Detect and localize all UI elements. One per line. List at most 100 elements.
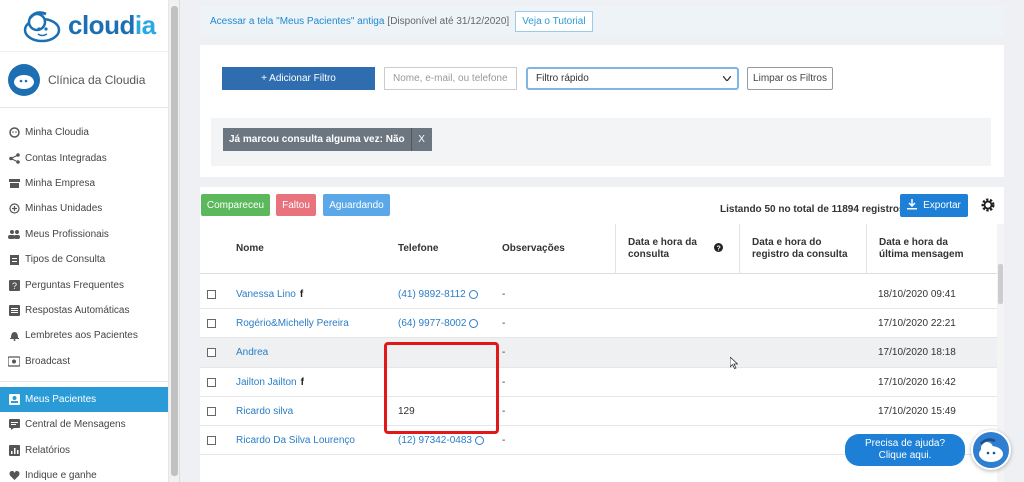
- question-icon: ?: [8, 279, 20, 291]
- col-obs[interactable]: Observações: [502, 224, 565, 274]
- cloud-mascot-icon: [22, 8, 62, 44]
- list-icon: [8, 304, 20, 316]
- clear-filters-button[interactable]: Limpar os Filtros: [747, 67, 833, 90]
- patient-obs: -: [502, 289, 506, 300]
- remove-filter-button[interactable]: X: [410, 128, 432, 151]
- patient-last-message: 18/10/2020 09:41: [878, 289, 956, 300]
- patient-obs: -: [502, 376, 506, 388]
- patient-phone-link[interactable]: (41) 9892-8112: [398, 280, 478, 309]
- active-filter-chip: Já marcou consulta alguma vez: Não X: [223, 128, 432, 151]
- chart-icon: [8, 444, 20, 456]
- patient-phone-link[interactable]: (64) 9977-8002: [398, 309, 479, 338]
- patient-name-link[interactable]: Ricardo Da Silva Lourenço: [236, 426, 355, 455]
- row-checkbox[interactable]: [207, 377, 216, 387]
- old-screen-banner: Acessar a tela "Meus Pacientes" antiga […: [200, 6, 1004, 36]
- patient-obs: -: [502, 405, 506, 417]
- people-icon: [8, 228, 20, 240]
- row-checkbox[interactable]: [207, 406, 216, 416]
- sidebar: cloudia Clínica da Cloudia Minha Cloudia…: [0, 0, 180, 482]
- row-checkbox[interactable]: [207, 435, 216, 445]
- patient-name-link[interactable]: Jailton Jailton f: [236, 368, 304, 397]
- table-scroll-thumb[interactable]: [998, 264, 1003, 304]
- logo[interactable]: cloudia: [0, 0, 179, 52]
- sidebar-menu: Minha Cloudia Contas Integradas Minha Em…: [0, 108, 179, 482]
- sidebar-scroll-thumb[interactable]: [171, 6, 178, 476]
- col-last-message[interactable]: Data e hora da última mensagem: [866, 224, 976, 274]
- table-row[interactable]: Andrea - 17/10/2020 18:18: [200, 338, 997, 368]
- quick-filter-select[interactable]: Filtro rápido: [526, 67, 739, 90]
- sidebar-item-broadcast[interactable]: Broadcast: [0, 349, 169, 374]
- patient-name-link[interactable]: Ricardo silva: [236, 397, 293, 426]
- filter-panel: + Adicionar Filtro Nome, e-mail, ou tele…: [200, 45, 1004, 177]
- patient-name-link[interactable]: Rogério&Michelly Pereira: [236, 309, 349, 338]
- whatsapp-icon: [468, 290, 478, 299]
- facebook-icon: f: [299, 289, 304, 300]
- svg-text:?: ?: [717, 245, 721, 252]
- status-waiting-button[interactable]: Aguardando: [323, 194, 390, 216]
- clinic-header[interactable]: Clínica da Cloudia: [0, 52, 179, 108]
- broadcast-icon: [8, 355, 20, 367]
- patients-table: Nome Telefone Observações Data e hora da…: [200, 224, 997, 456]
- logo-text: cloudia: [68, 10, 156, 40]
- patient-obs: -: [502, 347, 506, 359]
- message-icon: [8, 419, 20, 431]
- table-row[interactable]: Rogério&Michelly Pereira (64) 9977-8002 …: [200, 309, 997, 339]
- patient-obs: -: [502, 434, 506, 446]
- mouse-cursor-icon: [729, 356, 739, 369]
- chevron-down-icon: [722, 73, 732, 84]
- export-button[interactable]: Exportar: [900, 194, 968, 217]
- whatsapp-icon: [474, 435, 484, 445]
- patient-name-link[interactable]: Andrea: [236, 338, 268, 367]
- table-row[interactable]: Vanessa Lino f (41) 9892-8112 - 18/10/202…: [200, 280, 997, 310]
- patient-last-message: 17/10/2020 16:42: [878, 376, 956, 388]
- contact-icon: [8, 394, 20, 406]
- help-circle-icon[interactable]: ?: [714, 242, 723, 256]
- status-came-button[interactable]: Compareceu: [201, 194, 270, 216]
- add-filter-button[interactable]: + Adicionar Filtro: [222, 67, 375, 90]
- sidebar-item-minha-cloudia[interactable]: Minha Cloudia: [0, 120, 169, 145]
- gear-icon[interactable]: [980, 197, 996, 213]
- sidebar-item-respostas-automaticas[interactable]: Respostas Automáticas: [0, 298, 169, 323]
- sidebar-scrollbar[interactable]: [168, 0, 179, 482]
- col-appointment-label: Data e hora da consulta: [628, 237, 697, 260]
- tutorial-button[interactable]: Veja o Tutorial: [515, 10, 593, 32]
- col-name[interactable]: Nome: [236, 224, 264, 274]
- sidebar-item-indique-ganhe[interactable]: Indique e ganhe: [0, 463, 169, 482]
- patient-last-message: 17/10/2020 15:49: [878, 405, 956, 417]
- sidebar-item-meus-profissionais[interactable]: Meus Profissionais: [0, 222, 169, 247]
- help-chat-bubble[interactable]: Precisa de ajuda? Clique aqui.: [845, 434, 965, 466]
- row-checkbox[interactable]: [207, 319, 216, 329]
- menu-divider: [0, 374, 169, 382]
- table-row[interactable]: Ricardo silva 129 - 17/10/2020 15:49: [200, 397, 997, 426]
- sidebar-item-contas-integradas[interactable]: Contas Integradas: [0, 145, 169, 170]
- availability-note: [Disponível até 31/12/2020]: [387, 15, 510, 27]
- old-screen-link[interactable]: Acessar a tela "Meus Pacientes" antiga: [210, 16, 384, 27]
- status-missed-button[interactable]: Faltou: [276, 194, 316, 216]
- table-body: Vanessa Lino f (41) 9892-8112 - 18/10/202…: [200, 274, 997, 456]
- sidebar-item-central-mensagens[interactable]: Central de Mensagens: [0, 412, 169, 437]
- patient-name-link[interactable]: Vanessa Lino f: [236, 280, 303, 309]
- col-registered[interactable]: Data e hora do registro da consulta: [739, 224, 849, 274]
- sidebar-item-minha-empresa[interactable]: Minha Empresa: [0, 171, 169, 196]
- help-mascot-icon[interactable]: [971, 430, 1011, 470]
- sidebar-item-perguntas-frequentes[interactable]: ? Perguntas Frequentes: [0, 272, 169, 297]
- search-input[interactable]: Nome, e-mail, ou telefone: [384, 67, 517, 90]
- sidebar-item-relatorios[interactable]: Relatórios: [0, 438, 169, 463]
- sidebar-item-minhas-unidades[interactable]: Minhas Unidades: [0, 196, 169, 221]
- table-row[interactable]: Jailton Jailton f - 17/10/2020 16:42: [200, 368, 997, 397]
- clipboard-icon: [8, 254, 20, 266]
- bell-icon: [8, 330, 20, 342]
- facebook-icon: f: [300, 376, 304, 388]
- row-checkbox[interactable]: [207, 348, 216, 358]
- face-icon: [8, 127, 20, 139]
- col-phone[interactable]: Telefone: [398, 224, 438, 274]
- sidebar-item-meus-pacientes[interactable]: Meus Pacientes: [0, 386, 169, 413]
- col-appointment[interactable]: Data e hora da consulta ?: [615, 224, 727, 274]
- patient-obs: -: [502, 318, 506, 330]
- row-checkbox[interactable]: [207, 290, 216, 299]
- store-icon: [8, 177, 20, 189]
- svg-text:?: ?: [12, 281, 17, 291]
- sidebar-item-tipos-consulta[interactable]: Tipos de Consulta: [0, 247, 169, 272]
- sidebar-item-lembretes[interactable]: Lembretes aos Pacientes: [0, 323, 169, 348]
- records-count: Listando 50 no total de 11894 registros: [720, 204, 905, 215]
